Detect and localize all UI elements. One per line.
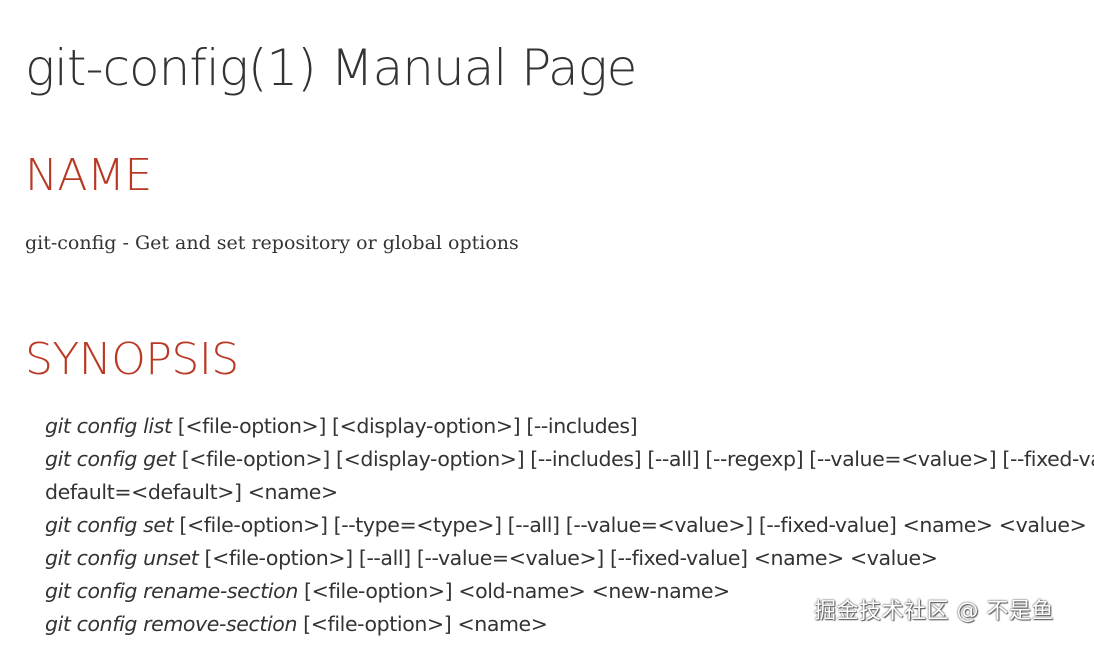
synopsis-command: git config rename-section	[45, 579, 298, 603]
synopsis-arguments: [<file-option>] [<display-option>] [--in…	[171, 414, 638, 438]
synopsis-command: git config unset	[45, 546, 199, 570]
synopsis-line: git config get [<file-option>] [<display…	[45, 443, 1094, 476]
synopsis-line: git config unset [<file-option>] [--all]…	[45, 542, 1094, 575]
synopsis-arguments: [<file-option>] <old-name> <new-name>	[297, 579, 730, 603]
synopsis-command: git config get	[45, 447, 176, 471]
synopsis-command: git config remove-section	[45, 612, 298, 636]
synopsis-arguments: [<file-option>] <name>	[297, 612, 548, 636]
synopsis-line: git config set [<file-option>] [--type=<…	[45, 509, 1094, 542]
synopsis-arguments: [<file-option>] [--all] [--value=<value>…	[198, 546, 938, 570]
synopsis-arguments: default=<default>] <name>	[45, 480, 338, 504]
synopsis-line: default=<default>] <name>	[45, 476, 1094, 509]
synopsis-line: git config list [<file-option>] [<displa…	[45, 410, 1094, 443]
section-heading-synopsis: SYNOPSIS	[25, 334, 239, 385]
synopsis-command: git config list	[45, 414, 172, 438]
synopsis-arguments: [<file-option>] [--type=<type>] [--all] …	[173, 513, 1087, 537]
manual-page: git-config(1) Manual Page NAME git-confi…	[0, 0, 1094, 647]
name-description: git-config - Get and set repository or g…	[25, 232, 519, 254]
section-heading-name: NAME	[25, 150, 152, 201]
synopsis-arguments: [<file-option>] [<display-option>] [--in…	[175, 447, 1094, 471]
watermark: 掘金技术社区 @ 不是鱼	[814, 599, 1054, 624]
synopsis-command: git config set	[45, 513, 174, 537]
page-title: git-config(1) Manual Page	[25, 39, 637, 97]
